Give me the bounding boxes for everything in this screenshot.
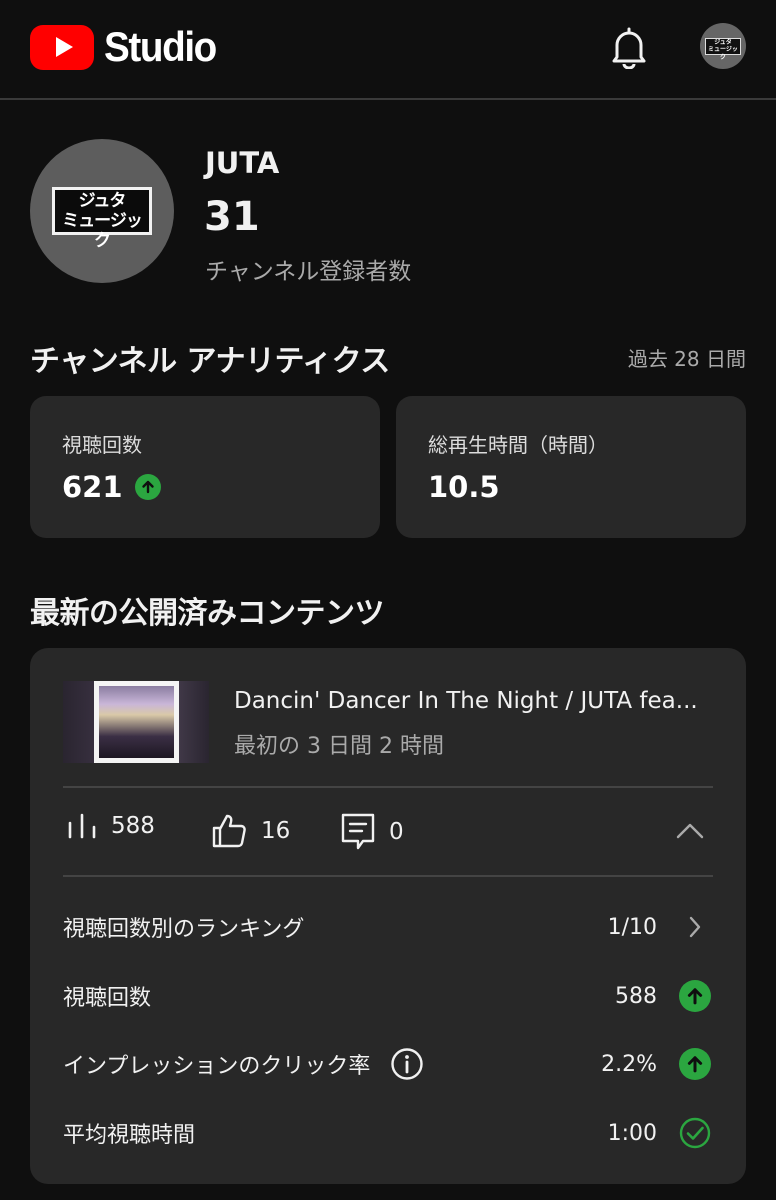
chevron-up-icon[interactable] bbox=[676, 823, 704, 839]
video-title[interactable]: Dancin' Dancer In The Night / JUTA fea..… bbox=[234, 688, 698, 714]
youtube-play-icon bbox=[30, 24, 94, 70]
likes-count: 16 bbox=[261, 818, 291, 844]
thumbnail-image bbox=[99, 686, 174, 758]
comment-icon bbox=[341, 813, 375, 850]
subscriber-label: チャンネル登録者数 bbox=[205, 259, 412, 285]
ranking-value: 1/10 bbox=[607, 914, 657, 940]
ctr-value: 2.2% bbox=[601, 1051, 657, 1077]
info-icon[interactable] bbox=[390, 1047, 424, 1081]
watch-time-card[interactable]: 総再生時間（時間） 10.5 bbox=[396, 396, 746, 538]
ctr-label: インプレッションのクリック率 bbox=[63, 1054, 371, 1079]
divider bbox=[63, 786, 713, 788]
likes-metric: 16 bbox=[211, 813, 290, 849]
ctr-row: インプレッションのクリック率 2.2% bbox=[63, 1044, 713, 1084]
views-row: 視聴回数 588 bbox=[63, 976, 713, 1016]
arrow-up-circle-icon bbox=[134, 474, 161, 500]
analytics-title: チャンネル アナリティクス bbox=[30, 344, 390, 379]
latest-content-title: 最新の公開済みコンテンツ bbox=[30, 596, 385, 631]
video-period: 最初の 3 日間 2 時間 bbox=[234, 734, 444, 759]
analytics-period: 過去 28 日間 bbox=[627, 347, 746, 371]
latest-content-card: Dancin' Dancer In The Night / JUTA fea..… bbox=[30, 648, 746, 1184]
thumbs-up-icon bbox=[212, 814, 246, 848]
bell-icon[interactable] bbox=[609, 25, 649, 69]
avg-view-duration-label: 平均視聴時間 bbox=[63, 1123, 196, 1148]
comments-count: 0 bbox=[389, 819, 404, 845]
avg-view-duration-row: 平均視聴時間 1:00 bbox=[63, 1113, 713, 1153]
views-metric: 588 bbox=[67, 813, 155, 839]
arrow-up-circle-icon bbox=[679, 980, 711, 1012]
views-count: 588 bbox=[111, 813, 155, 839]
chevron-right-icon[interactable] bbox=[687, 915, 703, 939]
comments-metric: 0 bbox=[341, 813, 404, 851]
views-row-value: 588 bbox=[615, 983, 657, 1009]
channel-logo: ジュタ ミュージック bbox=[52, 187, 152, 251]
video-thumbnail[interactable] bbox=[63, 681, 209, 763]
watch-time-value: 10.5 bbox=[428, 470, 500, 504]
divider bbox=[63, 875, 713, 877]
bar-chart-icon bbox=[68, 813, 96, 839]
views-value: 621 bbox=[62, 470, 123, 504]
views-row-label: 視聴回数 bbox=[63, 986, 152, 1011]
account-avatar[interactable]: ジュタ ミュージック bbox=[700, 23, 746, 69]
watch-time-label: 総再生時間（時間） bbox=[428, 433, 608, 457]
ranking-row[interactable]: 視聴回数別のランキング 1/10 bbox=[63, 907, 713, 947]
channel-avatar: ジュタ ミュージック bbox=[30, 139, 174, 283]
app-name: Studio bbox=[104, 23, 217, 70]
avg-view-duration-value: 1:00 bbox=[607, 1120, 657, 1146]
arrow-up-circle-icon bbox=[679, 1048, 711, 1080]
account-avatar-logo: ジュタ ミュージック bbox=[705, 37, 741, 61]
ranking-label: 視聴回数別のランキング bbox=[63, 917, 305, 942]
views-value-wrap: 621 bbox=[62, 470, 161, 504]
channel-name: JUTA bbox=[205, 146, 280, 180]
check-circle-icon bbox=[679, 1117, 711, 1149]
ctr-label-wrap: インプレッションのクリック率 bbox=[63, 1047, 424, 1081]
subscriber-count: 31 bbox=[204, 194, 260, 240]
studio-logo[interactable]: Studio bbox=[30, 23, 226, 71]
views-card[interactable]: 視聴回数 621 bbox=[30, 396, 380, 538]
views-label: 視聴回数 bbox=[62, 433, 142, 457]
app-header: Studio ジュタ ミュージック bbox=[0, 0, 776, 100]
